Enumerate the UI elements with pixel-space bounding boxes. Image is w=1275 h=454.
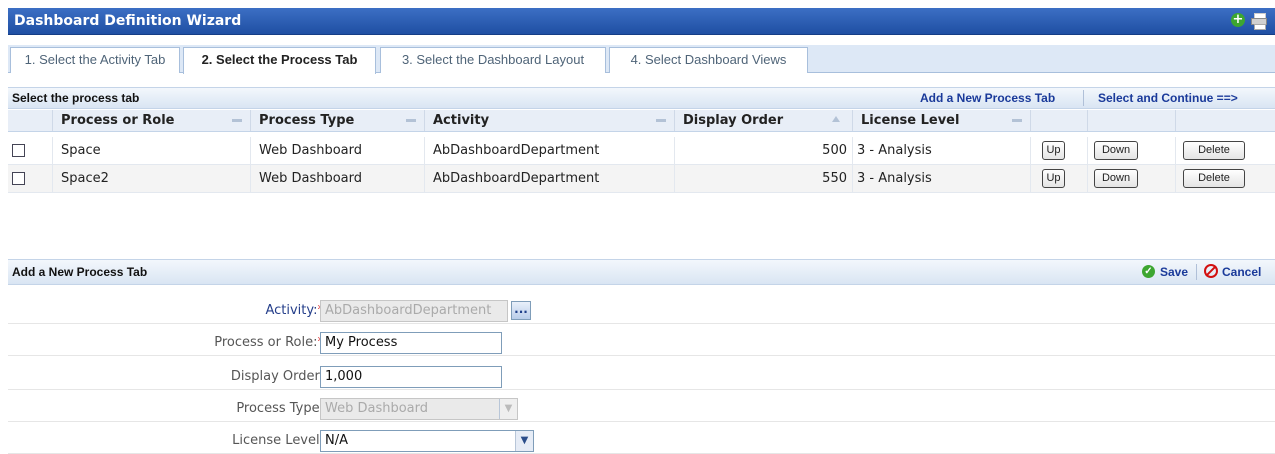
down-button[interactable]: Down bbox=[1094, 141, 1138, 160]
header-license-level[interactable]: License Level bbox=[853, 110, 1031, 131]
cell-activity: AbDashboardDepartment bbox=[425, 165, 675, 192]
license-level-value: N/A bbox=[325, 433, 348, 448]
process-type-value: Web Dashboard bbox=[325, 401, 429, 416]
add-icon[interactable]: + bbox=[1231, 13, 1245, 27]
section-title: Add a New Process Tab bbox=[12, 265, 148, 279]
save-button[interactable]: Save bbox=[1160, 265, 1188, 279]
row-checkbox[interactable] bbox=[12, 172, 25, 185]
display-order-row: Display Order: 1,000 bbox=[8, 362, 1275, 390]
cell-process-or-role: Space bbox=[53, 137, 251, 164]
table-row: Space2 Web Dashboard AbDashboardDepartme… bbox=[8, 165, 1275, 193]
display-order-input[interactable]: 1,000 bbox=[320, 366, 502, 388]
process-or-role-label: Process or Role:* bbox=[214, 335, 324, 350]
cancel-button[interactable]: Cancel bbox=[1222, 265, 1261, 279]
tab-select-layout[interactable]: 3. Select the Dashboard Layout bbox=[380, 47, 606, 73]
add-new-process-tab-link[interactable]: Add a New Process Tab bbox=[920, 91, 1055, 105]
tab-select-process[interactable]: 2. Select the Process Tab bbox=[183, 47, 376, 74]
activity-select-button[interactable]: ... bbox=[511, 301, 531, 320]
tab-select-views[interactable]: 4. Select Dashboard Views bbox=[609, 47, 808, 73]
column-menu-icon[interactable] bbox=[1012, 119, 1022, 122]
process-type-row: Process Type: Web Dashboard ▼ bbox=[8, 394, 1275, 422]
up-button[interactable]: Up bbox=[1042, 141, 1065, 160]
wizard-tabs: 1. Select the Activity Tab 2. Select the… bbox=[8, 45, 1275, 74]
process-tab-section-header: Select the process tab Add a New Process… bbox=[8, 87, 1275, 109]
down-button[interactable]: Down bbox=[1094, 169, 1138, 188]
table-row: Space Web Dashboard AbDashboardDepartmen… bbox=[8, 137, 1275, 165]
header-delete bbox=[1176, 110, 1275, 131]
license-level-label: License Level: bbox=[232, 433, 324, 448]
chevron-down-icon: ▼ bbox=[499, 399, 517, 419]
header-activity[interactable]: Activity bbox=[425, 110, 675, 131]
cell-display-order: 550 bbox=[675, 165, 853, 192]
header-select bbox=[8, 110, 53, 131]
cell-display-order: 500 bbox=[675, 137, 853, 164]
license-level-select[interactable]: N/A ▼ bbox=[320, 430, 534, 452]
activity-row: Activity:* AbDashboardDepartment ... bbox=[8, 296, 1275, 324]
sort-ascending-icon[interactable] bbox=[832, 116, 840, 122]
up-button[interactable]: Up bbox=[1042, 169, 1065, 188]
section-title: Select the process tab bbox=[12, 91, 140, 105]
cell-process-type: Web Dashboard bbox=[251, 165, 425, 192]
activity-field: AbDashboardDepartment bbox=[320, 300, 508, 322]
grid-header: Process or Role Process Type Activity Di… bbox=[8, 110, 1275, 132]
process-type-label: Process Type: bbox=[236, 401, 324, 416]
delete-button[interactable]: Delete bbox=[1183, 169, 1245, 188]
cell-process-or-role: Space2 bbox=[53, 165, 251, 192]
header-down bbox=[1088, 110, 1176, 131]
process-or-role-input[interactable]: My Process bbox=[320, 332, 502, 354]
header-up bbox=[1031, 110, 1088, 131]
select-and-continue-link[interactable]: Select and Continue ==> bbox=[1098, 91, 1238, 105]
header-display-order[interactable]: Display Order bbox=[675, 110, 853, 131]
divider bbox=[1083, 90, 1084, 106]
header-process-type[interactable]: Process Type bbox=[251, 110, 425, 131]
cell-license-level: 3 - Analysis bbox=[853, 165, 1031, 192]
cell-license-level: 3 - Analysis bbox=[853, 137, 1031, 164]
divider bbox=[1196, 264, 1197, 280]
process-or-role-row: Process or Role:* My Process bbox=[8, 328, 1275, 356]
process-type-select: Web Dashboard ▼ bbox=[320, 398, 518, 420]
wizard-title: Dashboard Definition Wizard bbox=[14, 13, 242, 29]
header-process-or-role[interactable]: Process or Role bbox=[53, 110, 251, 131]
wizard-title-bar: Dashboard Definition Wizard + bbox=[8, 8, 1275, 35]
print-icon[interactable] bbox=[1251, 13, 1267, 30]
add-process-tab-section-header: Add a New Process Tab ✓ Save Cancel bbox=[8, 259, 1275, 285]
cell-process-type: Web Dashboard bbox=[251, 137, 425, 164]
display-order-label: Display Order: bbox=[230, 369, 324, 384]
save-check-icon[interactable]: ✓ bbox=[1142, 265, 1155, 278]
cancel-icon[interactable] bbox=[1204, 264, 1218, 278]
tab-select-activity[interactable]: 1. Select the Activity Tab bbox=[10, 47, 180, 73]
row-checkbox[interactable] bbox=[12, 144, 25, 157]
column-menu-icon[interactable] bbox=[232, 119, 242, 122]
column-menu-icon[interactable] bbox=[406, 119, 416, 122]
activity-label: Activity:* bbox=[265, 303, 324, 318]
chevron-down-icon[interactable]: ▼ bbox=[515, 431, 533, 451]
delete-button[interactable]: Delete bbox=[1183, 141, 1245, 160]
cell-activity: AbDashboardDepartment bbox=[425, 137, 675, 164]
column-menu-icon[interactable] bbox=[656, 119, 666, 122]
